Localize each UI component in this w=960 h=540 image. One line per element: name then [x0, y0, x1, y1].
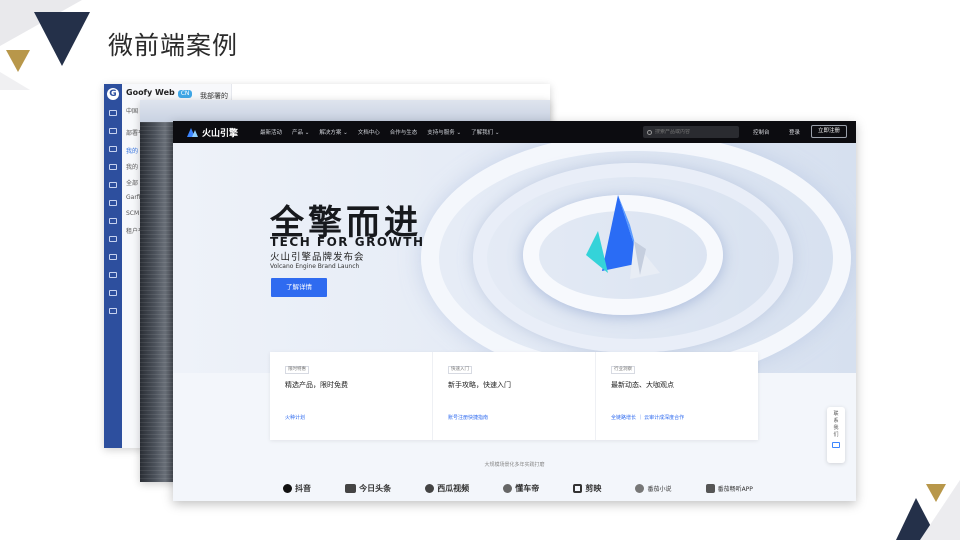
- goofy-brand: Goofy Web CN: [126, 88, 193, 98]
- search-box[interactable]: [643, 126, 739, 138]
- card-title: 最新动态、大咖观点: [611, 381, 674, 389]
- card-tag: 限时特惠: [285, 366, 309, 374]
- partner-name: 剪映: [585, 484, 602, 493]
- config-icon[interactable]: [109, 200, 117, 206]
- card-link[interactable]: 火种计划: [285, 414, 305, 421]
- app-icon[interactable]: [109, 146, 117, 152]
- card-title: 精选产品，限时免费: [285, 381, 348, 389]
- partner-xigua[interactable]: 西瓜视频: [425, 483, 469, 494]
- partner-fanqie-listen[interactable]: 番茄畅听APP: [705, 484, 753, 493]
- goofy-brand-text: Goofy Web: [126, 88, 175, 97]
- contact-char: 系: [833, 418, 839, 424]
- partners-label: 大规模场景化多年实践打磨: [484, 462, 545, 468]
- partner-name: 今日头条: [359, 484, 392, 493]
- chat-icon: [832, 442, 840, 448]
- icon-rail: G: [104, 84, 122, 448]
- feature-cards: 限时特惠 精选产品，限时免费 火种计划 快速入门 新手攻略，快速入门 账号注册快…: [270, 352, 758, 440]
- partner-douyin[interactable]: 抖音: [283, 483, 311, 494]
- search-icon: [647, 129, 652, 135]
- sidebar-item[interactable]: 我的: [126, 162, 138, 171]
- hero-cn-line: 火山引擎品牌发布会: [270, 252, 365, 263]
- slide-title: 微前端案例: [108, 31, 239, 60]
- nav-item[interactable]: 最新活动: [260, 128, 282, 136]
- link-icon[interactable]: [109, 182, 117, 188]
- eye-icon[interactable]: [109, 218, 117, 224]
- partner-toutiao[interactable]: 今日头条: [345, 483, 391, 494]
- contact-char: 们: [833, 432, 839, 438]
- card-title: 新手攻略，快速入门: [448, 381, 511, 389]
- feature-card[interactable]: 行业洞察 最新动态、大咖观点 全链路增长 ｜ 云审计成深度合作: [596, 352, 758, 440]
- home-icon[interactable]: [109, 128, 117, 134]
- partner-fanqie-novel[interactable]: 番茄小说: [635, 484, 671, 493]
- volcano-logo-text: 火山引擎: [202, 128, 239, 139]
- partner-jianying[interactable]: 剪映: [573, 483, 601, 494]
- hero-banner: 全擎而进 TECH FOR GROWTH 火山引擎品牌发布会 Volcano E…: [173, 143, 856, 373]
- g-logo-icon: G: [107, 88, 119, 100]
- dongchedi-icon: [503, 484, 513, 493]
- search-input[interactable]: [655, 129, 735, 135]
- sidebar-item[interactable]: Garfi: [126, 194, 141, 201]
- partner-dongchedi[interactable]: 懂车帝: [503, 483, 539, 494]
- card-tag: 快速入门: [448, 366, 472, 374]
- login-link[interactable]: 登录: [789, 128, 800, 136]
- card-tag: 行业洞察: [611, 366, 635, 374]
- nav-item[interactable]: 文档中心: [358, 128, 380, 136]
- sidebar-item-active[interactable]: 我的: [126, 146, 138, 155]
- fanqie-listen-icon: [705, 484, 715, 493]
- building-image: [140, 122, 176, 482]
- volcano-engine-window: 火山引擎 最新活动 产品 ⌄ 解决方案 ⌄ 文档中心 合作与生态 支持与服务 ⌄…: [173, 121, 856, 501]
- top-nav: 火山引擎 最新活动 产品 ⌄ 解决方案 ⌄ 文档中心 合作与生态 支持与服务 ⌄…: [173, 121, 856, 143]
- jianying-icon: [573, 484, 583, 493]
- slide: 微前端案例 G Goofy Web CN 中国 部署平 我的 我的 全部 Garf…: [0, 0, 960, 540]
- shield-icon[interactable]: [109, 290, 117, 296]
- partner-name: 番茄畅听APP: [717, 486, 753, 493]
- sidebar-item[interactable]: 全部: [126, 178, 138, 187]
- card-link[interactable]: 账号注册快捷指南: [448, 414, 488, 421]
- card-link[interactable]: 全链路增长 ｜ 云审计成深度合作: [611, 414, 684, 421]
- globe-icon[interactable]: [109, 254, 117, 260]
- nav-item[interactable]: 产品 ⌄: [292, 128, 309, 136]
- volcano-logo-icon: [187, 127, 199, 137]
- toutiao-icon: [345, 484, 357, 493]
- register-button[interactable]: 立即注册: [811, 125, 847, 138]
- nav-item[interactable]: 解决方案 ⌄: [319, 128, 347, 136]
- fanqie-novel-icon: [635, 484, 645, 493]
- crystal-logo-icon: [586, 195, 660, 279]
- menu-icon[interactable]: [109, 110, 117, 116]
- sidebar-item[interactable]: 中国: [126, 106, 138, 115]
- contact-char: 联: [833, 411, 839, 417]
- middle-window-header: [140, 100, 550, 122]
- corner-decoration-bottom-right: [896, 480, 960, 540]
- deploy-icon[interactable]: [109, 164, 117, 170]
- corner-decoration-top-left: [0, 0, 90, 90]
- hero-subtitle: TECH FOR GROWTH: [270, 235, 425, 249]
- console-link[interactable]: 控制台: [753, 128, 770, 136]
- building-icon[interactable]: [109, 236, 117, 242]
- xigua-icon: [425, 484, 435, 493]
- partner-name: 抖音: [295, 484, 311, 493]
- nav-item[interactable]: 了解我们 ⌄: [471, 128, 499, 136]
- partner-logos: 抖音 今日头条 西瓜视频 懂车帝 剪映 番茄小说 番茄畅听APP: [283, 483, 753, 494]
- learn-more-button[interactable]: 了解详情: [271, 278, 327, 297]
- contact-char: 我: [833, 425, 839, 431]
- warning-icon[interactable]: [109, 308, 117, 314]
- partner-name: 番茄小说: [647, 486, 672, 493]
- douyin-icon: [283, 484, 292, 493]
- region-badge[interactable]: CN: [177, 90, 193, 98]
- grid-icon[interactable]: [109, 272, 117, 278]
- partner-name: 西瓜视频: [437, 484, 470, 493]
- contact-us-float[interactable]: 联 系 我 们: [827, 407, 845, 463]
- feature-card[interactable]: 限时特惠 精选产品，限时免费 火种计划: [270, 352, 433, 440]
- feature-card[interactable]: 快速入门 新手攻略，快速入门 账号注册快捷指南: [433, 352, 596, 440]
- hero-en-line: Volcano Engine Brand Launch: [270, 263, 360, 270]
- nav-item[interactable]: 合作与生态: [390, 128, 418, 136]
- nav-item[interactable]: 支持与服务 ⌄: [427, 128, 461, 136]
- volcano-logo[interactable]: 火山引擎: [187, 126, 238, 139]
- partner-name: 懂车帝: [515, 484, 540, 493]
- sidebar-item[interactable]: SCM: [126, 210, 139, 217]
